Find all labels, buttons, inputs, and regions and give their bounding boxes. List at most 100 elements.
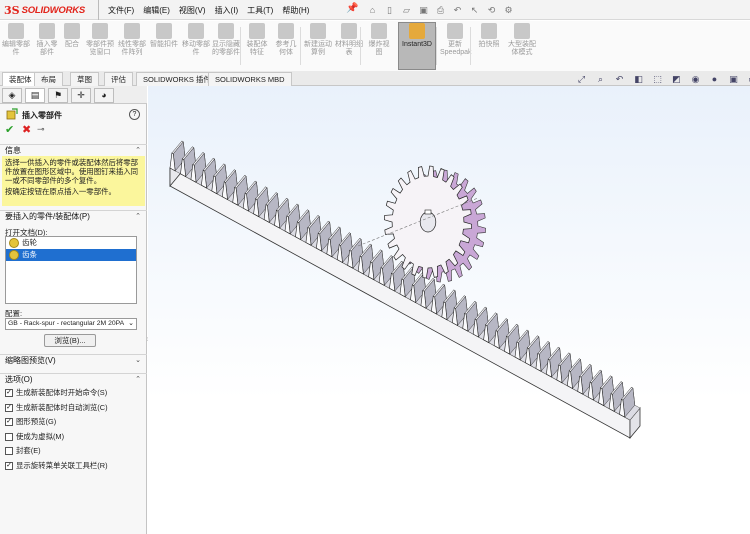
tab-2[interactable]: 草图 (70, 72, 99, 86)
checkbox-checked-icon[interactable]: ✓ (5, 403, 13, 412)
options-section-header[interactable]: 选项(O) ⌃ (0, 373, 147, 385)
configuration-select[interactable]: GB - Rack-spur - rectangular 2M 20PA ⌄ (5, 318, 137, 330)
command-button[interactable]: 显示隐藏的零部件 (212, 23, 240, 69)
collapse-chevron-icon[interactable]: ⌃ (135, 211, 141, 223)
checkbox-checked-icon[interactable]: ✓ (5, 389, 13, 397)
command-button[interactable]: 爆炸视图 (366, 23, 392, 69)
option-label: 使成为虚拟(M) (16, 431, 65, 441)
option-checkbox[interactable]: ✓ 生成新装配体时自动浏览(C) (5, 402, 108, 414)
ok-button[interactable]: ✔ (5, 123, 14, 136)
snapshot-icon (481, 23, 497, 39)
info-section-header[interactable]: 信息 ⌃ (0, 144, 147, 156)
smart-fastener-icon (156, 23, 172, 39)
zoom-to-fit-icon[interactable]: ⤢ (575, 73, 588, 85)
configuration-manager-tab-icon[interactable]: ⚑ (48, 88, 68, 103)
instant3d-icon (409, 23, 425, 39)
info-header-label: 信息 (5, 146, 21, 155)
assembly-feature-icon (249, 23, 265, 39)
part-icon (9, 238, 19, 248)
hide-show-icon[interactable]: ◉ (689, 73, 702, 85)
option-checkbox[interactable]: ✓ 图形预览(G) (5, 416, 56, 428)
print-icon[interactable]: ⎙ (435, 5, 446, 16)
command-button[interactable]: 编辑零部件 (2, 23, 30, 69)
large-assembly-icon (514, 23, 530, 39)
checkbox-unchecked-icon[interactable] (5, 447, 13, 455)
view-orientation-icon[interactable]: ⬚ (651, 73, 664, 85)
section-view-icon[interactable]: ◧ (632, 73, 645, 85)
command-button[interactable]: 线性零部件阵列 (116, 23, 148, 69)
feature-manager-tab-icon[interactable]: ◈ (2, 88, 22, 103)
menu-item[interactable]: 编辑(E) (143, 5, 170, 16)
thumbnail-section-header[interactable]: 缩略图预览(V) ⌄ (0, 354, 147, 366)
new-icon[interactable]: ▯ (384, 5, 395, 16)
list-item[interactable]: 齿条 (6, 249, 136, 261)
command-button[interactable]: 大型装配体模式 (506, 23, 538, 69)
tab-3[interactable]: 评估 (104, 72, 133, 86)
command-button[interactable]: 材料明细表 (335, 23, 363, 69)
brand-name: SOLIDWORKS (21, 4, 86, 16)
title-bar: 3S SOLIDWORKS 文件(F) 编辑(E) 视图(V) 插入(I) 工具(T) 帮… (0, 0, 750, 20)
option-checkbox[interactable]: ✓ 生成新装配体时开始命令(S) (5, 387, 107, 399)
dimxpert-tab-icon[interactable]: ✛ (71, 88, 91, 103)
logo-arrow (98, 0, 104, 20)
list-item[interactable]: 齿轮 (6, 237, 136, 249)
browse-button[interactable]: 浏览(B)... (44, 334, 96, 347)
command-button[interactable]: 新建运动算例 (304, 23, 332, 69)
command-button[interactable]: 更新Speedpak (440, 23, 472, 69)
parts-section-header[interactable]: 要插入的零件/装配体(P) ⌃ (0, 210, 147, 222)
options-icon[interactable]: ⚙ (503, 5, 514, 16)
checkbox-unchecked-icon[interactable] (5, 432, 13, 441)
zoom-area-icon[interactable]: ⌕ (594, 73, 607, 85)
command-button[interactable]: 参考几何体 (273, 23, 299, 69)
command-button[interactable]: 零部件预览窗口 (86, 23, 114, 69)
undo-icon[interactable]: ↶ (452, 5, 463, 16)
menu-item[interactable]: 视图(V) (179, 5, 206, 16)
command-button[interactable]: 装配体特征 (244, 23, 270, 69)
panel-tabs: ◈ ▤ ⚑ ✛ ◕ (0, 86, 147, 104)
chevron-down-icon[interactable]: ⌄ (128, 319, 134, 329)
menu-item[interactable]: 帮助(H) (282, 5, 309, 16)
command-button[interactable]: 插入零部件 (34, 23, 60, 69)
display-manager-tab-icon[interactable]: ◕ (94, 88, 114, 103)
rack-and-gear-model[interactable] (148, 86, 750, 534)
help-icon[interactable]: ? (129, 109, 140, 120)
home-icon[interactable]: ⌂ (367, 5, 378, 16)
previous-view-icon[interactable]: ↶ (613, 73, 626, 85)
menu-item[interactable]: 文件(F) (108, 5, 134, 16)
select-icon[interactable]: ↖ (469, 5, 480, 16)
collapse-chevron-icon[interactable]: ⌃ (135, 374, 141, 386)
property-manager-tab-icon[interactable]: ▤ (25, 88, 45, 103)
tab-5[interactable]: SOLIDWORKS MBD (208, 72, 292, 86)
command-button[interactable]: 智能扣件 (150, 23, 178, 69)
thumbnail-header-label: 缩略图预览(V) (5, 356, 56, 365)
solidworks-logo[interactable]: 3S SOLIDWORKS (4, 2, 96, 18)
command-button[interactable]: 拍快照 (476, 23, 502, 69)
cancel-button[interactable]: ✖ (22, 123, 31, 136)
scene-icon[interactable]: ▣ (727, 73, 740, 85)
command-button-label: 编辑零部件 (2, 41, 30, 56)
display-style-icon[interactable]: ◩ (670, 73, 683, 85)
graphics-area[interactable] (148, 86, 750, 534)
option-checkbox[interactable]: 封套(E) (5, 445, 41, 457)
command-button[interactable]: Instant3D (398, 22, 436, 70)
open-documents-list[interactable]: 齿轮 齿条 (5, 236, 137, 304)
checkbox-checked-icon[interactable]: ✓ (5, 418, 13, 426)
command-button[interactable]: 移动零部件 (182, 23, 210, 69)
keep-visible-pin-icon[interactable]: ⊸ (37, 124, 45, 135)
tab-4[interactable]: SOLIDWORKS 插件 (136, 72, 218, 86)
menu-item[interactable]: 工具(T) (247, 5, 273, 16)
appearance-icon[interactable]: ● (708, 73, 721, 85)
pin-icon[interactable]: 📌 (346, 3, 358, 17)
option-checkbox[interactable]: 使成为虚拟(M) (5, 431, 64, 443)
open-icon[interactable]: ▱ (401, 5, 412, 16)
rebuild-icon[interactable]: ⟲ (486, 5, 497, 16)
option-checkbox[interactable]: ✓ 显示旋转菜单关联工具栏(R) (5, 460, 108, 472)
save-icon[interactable]: ▣ (418, 5, 429, 16)
checkbox-checked-icon[interactable]: ✓ (5, 461, 13, 470)
tab-1[interactable]: 布局 (34, 72, 63, 86)
insert-component-icon (6, 108, 18, 120)
command-button[interactable]: 配合 (62, 23, 82, 69)
view-settings-icon[interactable]: ▭ (746, 73, 750, 85)
expand-chevron-icon[interactable]: ⌄ (135, 355, 141, 367)
menu-item[interactable]: 插入(I) (215, 5, 239, 16)
